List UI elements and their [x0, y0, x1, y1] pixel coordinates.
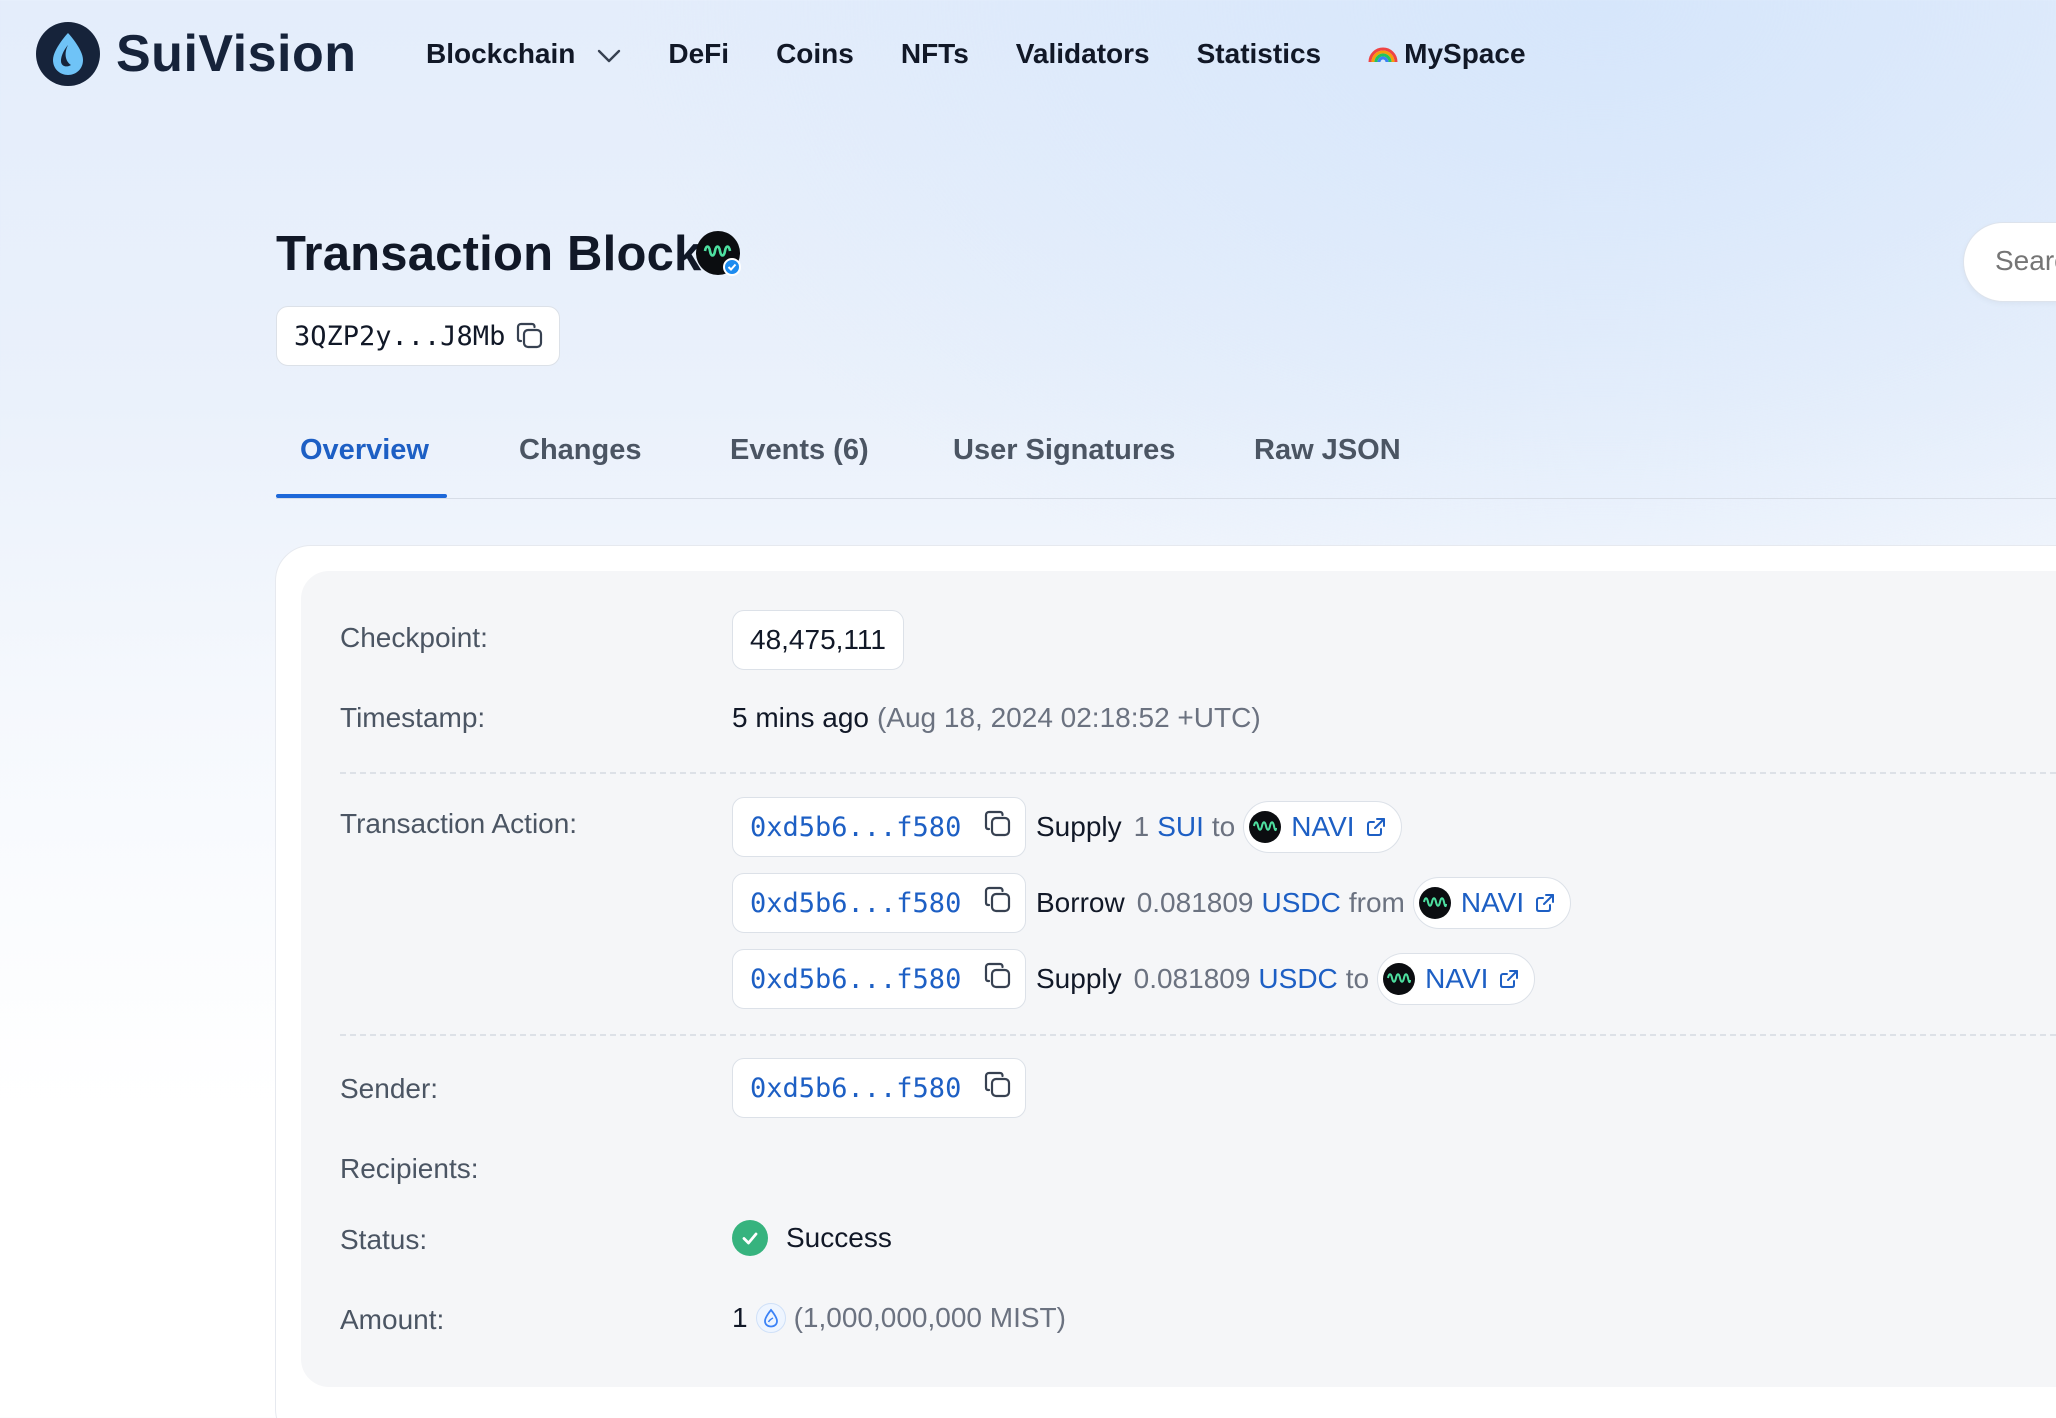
navi-logo-icon — [1418, 887, 1451, 919]
address-chip[interactable]: 0xd5b6...f580 — [732, 949, 1026, 1009]
sender-label: Sender: — [340, 1073, 439, 1104]
action-token-link[interactable]: USDC — [1258, 963, 1337, 995]
transaction-action-label: Transaction Action: — [340, 808, 578, 839]
status-label: Status: — [340, 1224, 428, 1255]
checkpoint-value-wrap: 48,475,111 — [732, 610, 904, 670]
action-amount: 0.081809 — [1136, 887, 1254, 918]
checkpoint-link[interactable]: 48,475,111 — [732, 610, 904, 670]
tab-changes[interactable]: Changes — [519, 434, 641, 467]
address-link[interactable]: 0xd5b6...f580 — [750, 888, 961, 919]
search-input[interactable] — [1995, 245, 2056, 277]
page-title: Transaction Block — [276, 227, 702, 281]
timestamp-value: 5 mins ago (Aug 18, 2024 02:18:52 +UTC) — [732, 702, 1261, 734]
action-preposition: from — [1348, 887, 1405, 918]
nav-myspace[interactable]: MySpace — [1368, 38, 1526, 71]
brand-name: SuiVision — [116, 25, 357, 83]
digest-text: 3QZP2y...J8Mb — [294, 320, 506, 352]
address-chip[interactable]: 0xd5b6...f580 — [732, 1058, 1026, 1118]
action-preposition: to — [1345, 963, 1370, 994]
navi-logo-icon — [1249, 811, 1282, 843]
sender-value: 0xd5b6...f580 — [732, 1058, 1026, 1118]
sui-coin-icon — [755, 1303, 786, 1333]
nav-defi[interactable]: DeFi — [668, 38, 729, 70]
action-verb: Supply — [1036, 963, 1122, 994]
amount-mist: (1,000,000,000 MIST) — [793, 1302, 1066, 1333]
divider — [340, 1034, 2056, 1036]
action-verb: Supply — [1036, 811, 1122, 842]
address-link[interactable]: 0xd5b6...f580 — [750, 812, 961, 843]
amount-label: Amount: — [340, 1304, 445, 1335]
recipients-label: Recipients: — [340, 1153, 479, 1184]
protocol-name: NAVI — [1425, 963, 1489, 994]
action-amount: 1 — [1133, 811, 1150, 842]
nav-validators[interactable]: Validators — [1016, 38, 1150, 70]
divider — [340, 772, 2056, 774]
nav-myspace-label: MySpace — [1404, 38, 1526, 69]
address-link[interactable]: 0xd5b6...f580 — [750, 964, 961, 995]
protocol-name: NAVI — [1291, 811, 1355, 842]
tab-overview[interactable]: Overview — [300, 434, 429, 467]
action-preposition: to — [1211, 811, 1236, 842]
action-amount: 0.081809 — [1133, 963, 1251, 994]
timestamp-label: Timestamp: — [340, 702, 486, 733]
copy-icon[interactable] — [983, 885, 1013, 922]
action-token-link[interactable]: SUI — [1157, 811, 1204, 843]
sender-address-link[interactable]: 0xd5b6...f580 — [750, 1073, 961, 1104]
main-nav: Blockchain DeFi Coins NFTs Validators St… — [426, 28, 1573, 80]
amount-value: 1 (1,000,000,000 MIST) — [732, 1302, 1066, 1334]
copy-icon[interactable] — [983, 1070, 1013, 1107]
copy-icon[interactable] — [983, 809, 1013, 846]
check-icon — [732, 1220, 768, 1256]
copy-icon[interactable] — [515, 321, 545, 351]
nav-nfts[interactable]: NFTs — [901, 38, 969, 70]
action-row: 0xd5b6...f580 Supply 0.081809 USDC to NA… — [732, 949, 1536, 1009]
address-chip[interactable]: 0xd5b6...f580 — [732, 873, 1026, 933]
checkpoint-label: Checkpoint: — [340, 622, 488, 653]
protocol-chip[interactable]: NAVI — [1243, 801, 1402, 853]
protocol-chip[interactable]: NAVI — [1377, 953, 1536, 1005]
timestamp-relative: 5 mins ago — [732, 702, 869, 733]
tab-user-signatures[interactable]: User Signatures — [953, 434, 1175, 467]
action-token-link[interactable]: USDC — [1262, 887, 1341, 919]
external-link-icon — [1365, 816, 1387, 838]
copy-icon[interactable] — [983, 961, 1013, 998]
timestamp-absolute: (Aug 18, 2024 02:18:52 +UTC) — [876, 702, 1261, 733]
address-chip[interactable]: 0xd5b6...f580 — [732, 797, 1026, 857]
status-value: Success — [732, 1220, 892, 1256]
site-logo[interactable]: SuiVision — [36, 21, 356, 87]
external-link-icon — [1498, 968, 1520, 990]
tab-raw-json[interactable]: Raw JSON — [1254, 434, 1401, 467]
search-bar[interactable] — [1963, 222, 2056, 302]
external-link-icon — [1534, 892, 1556, 914]
tab-events[interactable]: Events (6) — [730, 434, 869, 467]
navi-verified-badge-icon — [696, 231, 742, 277]
protocol-chip[interactable]: NAVI — [1412, 877, 1572, 929]
amount-number: 1 — [732, 1302, 748, 1333]
tab-bar: Overview Changes Events (6) User Signatu… — [276, 420, 2056, 499]
sui-drop-icon — [36, 22, 100, 86]
rainbow-icon — [1368, 38, 1398, 71]
nav-blockchain[interactable]: Blockchain — [426, 38, 621, 70]
protocol-name: NAVI — [1460, 887, 1525, 918]
nav-blockchain-label: Blockchain — [426, 38, 576, 69]
status-text: Success — [786, 1222, 892, 1253]
nav-coins[interactable]: Coins — [776, 38, 854, 70]
navi-logo-icon — [1383, 963, 1416, 995]
nav-statistics[interactable]: Statistics — [1197, 38, 1322, 70]
chevron-down-icon — [597, 38, 621, 70]
action-row: 0xd5b6...f580 Supply 1 SUI to NAVI — [732, 797, 1402, 857]
action-row: 0xd5b6...f580 Borrow 0.081809 USDC from … — [732, 873, 1572, 933]
transaction-digest: 3QZP2y...J8Mb — [276, 306, 561, 366]
active-tab-indicator — [276, 494, 447, 498]
action-verb: Borrow — [1036, 887, 1125, 918]
